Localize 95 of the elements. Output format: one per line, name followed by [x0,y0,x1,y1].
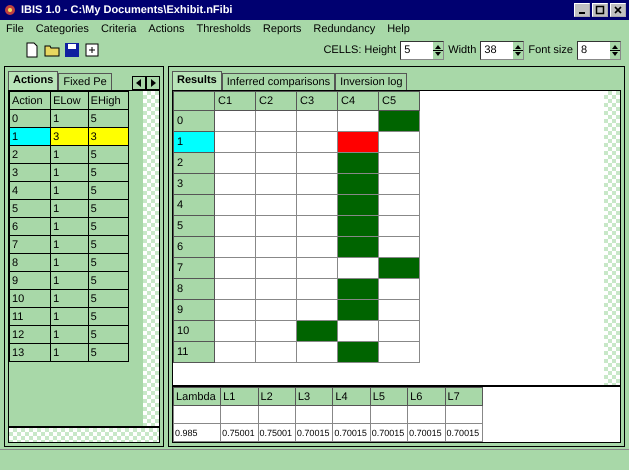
tab[interactable]: Actions [8,71,58,90]
table-cell: 0.70015 [445,424,482,442]
column-header[interactable]: C2 [256,92,296,110]
row-header[interactable]: 7 [174,258,214,278]
menu-item[interactable]: Categories [36,23,89,35]
new-file-icon[interactable] [24,42,40,58]
column-header[interactable]: L2 [258,388,296,406]
table-cell: 0.70015 [370,424,408,442]
table-row[interactable]: 4 1 5 [10,182,128,200]
row-header[interactable]: 11 [174,342,214,362]
minimize-icon [579,12,585,14]
row-header[interactable]: 8 [174,278,214,300]
menu-item[interactable]: Reports [262,23,302,35]
table-row[interactable]: 10 1 5 [10,290,128,308]
table-cell [220,406,258,424]
close-button[interactable] [610,3,626,17]
menu-item[interactable]: File [6,23,24,35]
width-spinner[interactable]: 38 [480,40,524,60]
table-row[interactable]: 3 1 5 [10,164,128,182]
column-header[interactable]: L6 [408,388,446,406]
column-header[interactable]: C1 [214,92,256,110]
column-header[interactable]: C4 [338,92,378,110]
table-row[interactable]: 7 1 5 [10,236,128,254]
table-cell [408,406,446,424]
row-header[interactable]: 2 [174,152,214,174]
row-header[interactable]: 5 [174,216,214,236]
column-header[interactable]: C3 [296,92,338,110]
column-header[interactable]: L3 [295,388,333,406]
row-header[interactable]: 0 [174,110,214,132]
row-header[interactable]: 10 [174,320,214,342]
row-header[interactable]: 6 [174,236,214,258]
table-cell: 0.985 [174,424,221,442]
cells-height-label: CELLS: Height [323,44,396,56]
table-row[interactable]: 0 1 5 [10,110,128,128]
table-cell: 0.75001 [258,424,296,442]
column-header[interactable]: ELow [50,92,88,110]
height-spinner[interactable]: 5 [400,40,444,60]
column-header[interactable]: L1 [220,388,258,406]
menu-item[interactable]: Help [387,23,410,35]
table-cell: 0.75001 [220,424,258,442]
font-size-label: Font size [528,44,573,56]
table-row[interactable]: 11 1 5 [10,308,128,326]
table-cell: 0.70015 [332,424,370,442]
tab[interactable]: Fixed Pe [58,73,112,90]
close-icon [613,5,623,15]
table-cell [258,406,296,424]
table-row[interactable]: 13 1 5 [10,344,128,362]
app-icon [3,3,17,17]
menu-item[interactable]: Thresholds [196,23,251,35]
row-header[interactable]: 9 [174,300,214,320]
table-row[interactable]: 8 1 5 [10,254,128,272]
row-header[interactable]: 3 [174,174,214,194]
spin-arrows-icon[interactable] [610,42,620,58]
table-row[interactable]: 6 1 5 [10,218,128,236]
row-header[interactable]: 4 [174,194,214,216]
column-header[interactable]: Lambda [174,388,221,406]
width-label: Width [448,44,476,56]
tab[interactable]: Inferred comparisons [222,73,336,90]
column-header[interactable]: C5 [378,92,420,110]
table-cell [295,406,333,424]
column-header[interactable]: L5 [370,388,408,406]
vertical-scrollbar[interactable] [143,91,159,426]
tab-scroll-arrows-icon[interactable] [132,76,160,90]
window-title: IBIS 1.0 - C:\My Documents\Exhibit.nFibi [21,4,234,16]
table-cell: 0.70015 [408,424,446,442]
table-row[interactable]: 12 1 5 [10,326,128,344]
table-cell [445,406,482,424]
table-cell: 0.70015 [295,424,333,442]
column-header[interactable]: EHigh [88,92,128,110]
column-header[interactable]: L7 [445,388,482,406]
table-row[interactable]: 2 1 5 [10,146,128,164]
table-cell [174,406,221,424]
vertical-scrollbar[interactable] [604,91,620,385]
tab[interactable]: Inversion log [335,73,408,90]
table-row[interactable]: 1 3 3 [10,128,128,146]
table-row[interactable]: 9 1 5 [10,272,128,290]
column-header[interactable]: Action [10,92,51,110]
font-size-spinner[interactable]: 8 [577,40,621,60]
tab[interactable]: Results [172,71,222,90]
table-cell [370,406,408,424]
menu-item[interactable]: Actions [148,23,184,35]
save-icon[interactable] [64,42,80,58]
maximize-icon [595,5,605,15]
table-row[interactable]: 5 1 5 [10,200,128,218]
row-header[interactable]: 1 [174,132,214,152]
menu-item[interactable]: Redundancy [313,23,376,35]
column-header[interactable]: L4 [332,388,370,406]
spin-arrows-icon[interactable] [513,42,524,58]
spin-arrows-icon[interactable] [433,42,444,58]
maximize-button[interactable] [592,3,608,17]
horizontal-scrollbar[interactable] [8,427,160,443]
menu-item[interactable]: Criteria [100,23,136,35]
export-icon[interactable] [84,42,100,58]
minimize-button[interactable] [574,3,590,17]
table-cell [332,406,370,424]
